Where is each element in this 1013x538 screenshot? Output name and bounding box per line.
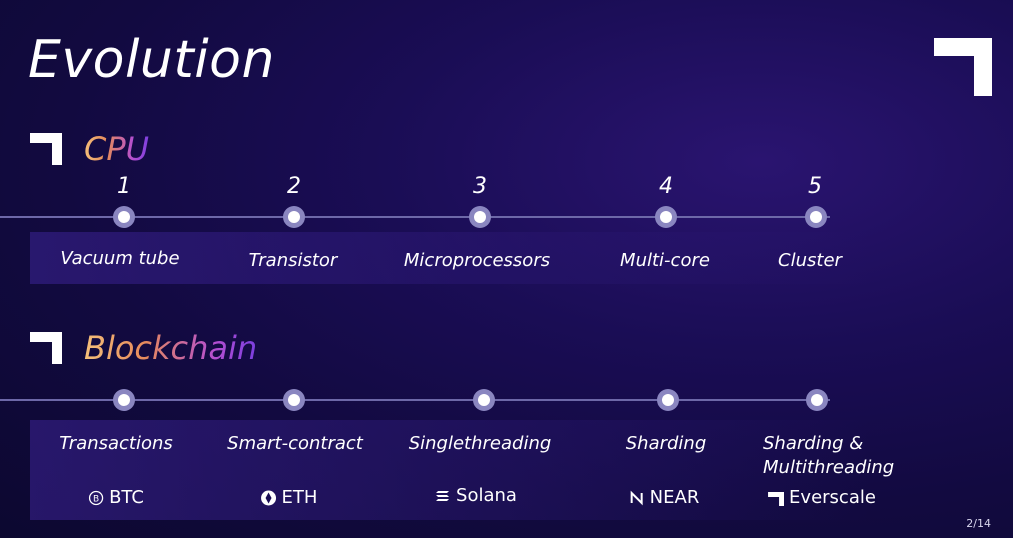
cpu-step-number: 5 <box>808 174 822 199</box>
cpu-label: CPU <box>84 130 150 168</box>
cpu-section-header: CPU <box>30 130 149 168</box>
blockchain-timeline-node <box>657 389 679 411</box>
cpu-timeline-node <box>113 206 135 228</box>
section-marker-icon <box>30 133 62 165</box>
token-btc: B BTC <box>88 487 144 508</box>
token-btc-label: BTC <box>109 487 144 508</box>
blockchain-timeline-node <box>113 389 135 411</box>
solana-icon <box>436 490 450 501</box>
cpu-stage-label: Vacuum tube <box>60 248 180 269</box>
blockchain-stage-label: Transactions <box>59 433 173 454</box>
everscale-icon <box>768 491 785 506</box>
cpu-stage-label: Multi-core <box>620 250 710 271</box>
token-eth: ETH <box>261 487 318 508</box>
token-near-label: NEAR <box>649 487 700 508</box>
blockchain-stage-label: Smart-contract <box>227 433 363 454</box>
blockchain-stage-label: Singlethreading <box>408 433 552 454</box>
section-marker-icon <box>30 332 62 364</box>
cpu-step-number: 1 <box>117 174 131 199</box>
blockchain-stage-label: Multithreading <box>763 457 895 478</box>
cpu-timeline-node <box>469 206 491 228</box>
blockchain-label: Blockchain <box>84 329 258 367</box>
cpu-timeline-node <box>805 206 827 228</box>
cpu-stage-label: Transistor <box>248 250 338 271</box>
token-eth-label: ETH <box>281 487 318 508</box>
cpu-timeline-node <box>655 206 677 228</box>
blockchain-timeline-node <box>806 389 828 411</box>
bitcoin-icon: B <box>88 490 104 505</box>
near-icon <box>630 490 643 505</box>
token-everscale-label: Everscale <box>789 487 876 508</box>
cpu-step-number: 3 <box>473 174 487 199</box>
cpu-timeline-node <box>283 206 305 228</box>
svg-text:B: B <box>93 494 99 504</box>
token-solana-label: Solana <box>456 485 517 506</box>
cpu-stage-label: Cluster <box>778 250 842 271</box>
cpu-step-number: 2 <box>287 174 301 199</box>
slide-title: Evolution <box>28 30 275 90</box>
blockchain-timeline-node <box>283 389 305 411</box>
blockchain-stage-label: Sharding & <box>763 433 864 454</box>
token-everscale: Everscale <box>768 487 876 508</box>
blockchain-section-header: Blockchain <box>30 329 257 367</box>
cpu-step-number: 4 <box>659 174 673 199</box>
everscale-logo-icon <box>934 38 992 96</box>
token-near: NEAR <box>629 487 700 508</box>
page-number: 2/14 <box>966 517 991 530</box>
token-solana: Solana <box>435 485 517 506</box>
cpu-stage-label: Microprocessors <box>403 250 551 271</box>
blockchain-stage-label: Sharding <box>625 433 707 454</box>
ethereum-icon <box>261 490 277 505</box>
blockchain-timeline-node <box>473 389 495 411</box>
